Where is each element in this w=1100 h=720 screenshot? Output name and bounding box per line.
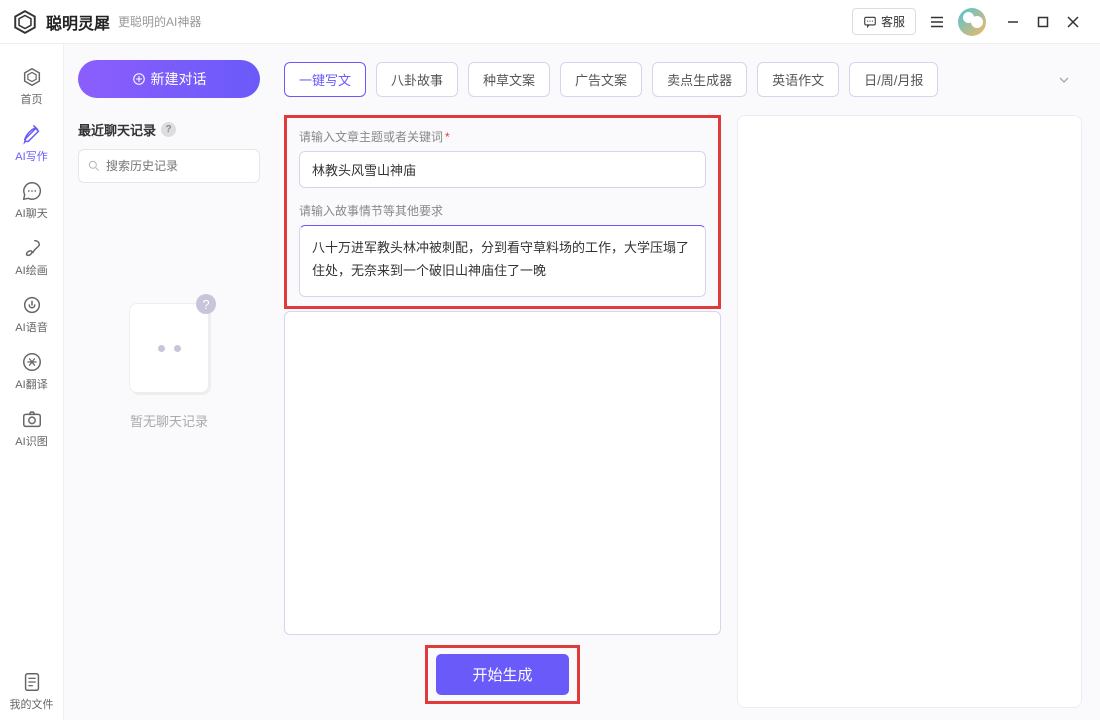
output-card [737, 115, 1082, 708]
sidebar-item-files[interactable]: 我的文件 [0, 663, 64, 720]
history-panel: 新建对话 最近聊天记录 ? ? 暂无聊天记录 [64, 44, 274, 720]
new-chat-label: 新建对话 [151, 69, 207, 89]
history-search-input[interactable] [106, 159, 261, 173]
sidebar-item-label: AI写作 [15, 148, 47, 164]
sidebar-item-label: AI翻译 [15, 376, 47, 392]
topic-input[interactable] [299, 151, 706, 188]
history-search[interactable] [78, 149, 260, 183]
sidebar-item-label: 首页 [21, 91, 43, 107]
main-area: 新建对话 最近聊天记录 ? ? 暂无聊天记录 一键写文 八卦 [64, 44, 1100, 720]
window-maximize-button[interactable] [1028, 7, 1058, 37]
template-pill[interactable]: 英语作文 [757, 62, 839, 97]
details-textarea-wrap [284, 311, 721, 635]
sidebar-item-vision[interactable]: AI识图 [0, 400, 64, 457]
question-badge-icon: ? [196, 294, 216, 314]
template-pill[interactable]: 卖点生成器 [652, 62, 747, 97]
home-hex-icon [21, 66, 43, 88]
template-pill[interactable]: 种草文案 [468, 62, 550, 97]
required-asterisk: * [445, 130, 450, 144]
recent-chats-title: 最近聊天记录 ? [78, 120, 260, 139]
form-card: 请输入文章主题或者关键词* 请输入故事情节等其他要求 开始生成 [284, 115, 721, 708]
empty-illustration: ? [129, 303, 209, 393]
generate-button[interactable]: 开始生成 [436, 654, 568, 695]
avatar[interactable] [958, 8, 986, 36]
titlebar: 聪明灵犀 更聪明的AI神器 客服 [0, 0, 1100, 44]
app-tagline: 更聪明的AI神器 [118, 13, 201, 30]
sidebar-item-audio[interactable]: AI语音 [0, 286, 64, 343]
sidebar-item-translate[interactable]: AI翻译 [0, 343, 64, 400]
window-close-button[interactable] [1058, 7, 1088, 37]
template-pill[interactable]: 日/周/月报 [849, 62, 938, 97]
details-textarea[interactable] [284, 311, 721, 635]
support-label: 客服 [881, 13, 905, 30]
chevron-down-icon[interactable] [1046, 68, 1082, 92]
camera-icon [21, 408, 43, 430]
window-minimize-button[interactable] [998, 7, 1028, 37]
details-textarea-preview[interactable] [299, 225, 706, 297]
sidebar-item-paint[interactable]: AI绘画 [0, 229, 64, 286]
topic-label: 请输入文章主题或者关键词* [299, 128, 706, 145]
details-label: 请输入故事情节等其他要求 [299, 202, 706, 219]
work-column: 一键写文 八卦故事 种草文案 广告文案 卖点生成器 英语作文 日/周/月报 请输… [274, 44, 1100, 720]
audio-icon [21, 294, 43, 316]
template-pill[interactable]: 八卦故事 [376, 62, 458, 97]
template-pill[interactable]: 广告文案 [560, 62, 642, 97]
recent-chats-label: 最近聊天记录 [78, 120, 156, 139]
app-logo-icon [12, 9, 38, 35]
new-chat-button[interactable]: 新建对话 [78, 60, 260, 98]
empty-history-text: 暂无聊天记录 [130, 411, 208, 430]
form-row: 请输入文章主题或者关键词* 请输入故事情节等其他要求 开始生成 [274, 107, 1082, 708]
help-icon[interactable]: ? [161, 122, 176, 137]
template-pills-row: 一键写文 八卦故事 种草文案 广告文案 卖点生成器 英语作文 日/周/月报 [274, 58, 1082, 107]
hamburger-menu-icon[interactable] [926, 11, 948, 33]
sidebar-item-label: AI聊天 [15, 205, 47, 221]
translate-icon [21, 351, 43, 373]
sidebar-item-home[interactable]: 首页 [0, 58, 64, 115]
highlight-frame-inputs: 请输入文章主题或者关键词* 请输入故事情节等其他要求 [284, 115, 721, 309]
file-icon [21, 671, 43, 693]
sidebar-item-chat[interactable]: AI聊天 [0, 172, 64, 229]
plus-icon [132, 72, 146, 86]
topic-label-text: 请输入文章主题或者关键词 [299, 130, 443, 144]
template-pill[interactable]: 一键写文 [284, 62, 366, 97]
highlight-frame-generate: 开始生成 [425, 645, 579, 704]
sidebar-item-write[interactable]: AI写作 [0, 115, 64, 172]
chat-icon [21, 180, 43, 202]
sidebar-item-label: AI绘画 [15, 262, 47, 278]
sidebar-item-label: AI语音 [15, 319, 47, 335]
chat-bubble-icon [863, 15, 877, 29]
generate-row: 开始生成 [284, 635, 721, 708]
pen-icon [21, 123, 43, 145]
brush-icon [21, 237, 43, 259]
app-name: 聪明灵犀 [46, 10, 110, 34]
search-icon [87, 159, 101, 173]
sidebar-item-label: AI识图 [15, 433, 47, 449]
sidebar-item-label: 我的文件 [10, 696, 54, 712]
support-button[interactable]: 客服 [852, 8, 916, 35]
empty-history: ? 暂无聊天记录 [78, 303, 260, 430]
sidebar: 首页 AI写作 AI聊天 AI绘画 AI语音 AI翻译 AI识图 我 [0, 44, 64, 720]
